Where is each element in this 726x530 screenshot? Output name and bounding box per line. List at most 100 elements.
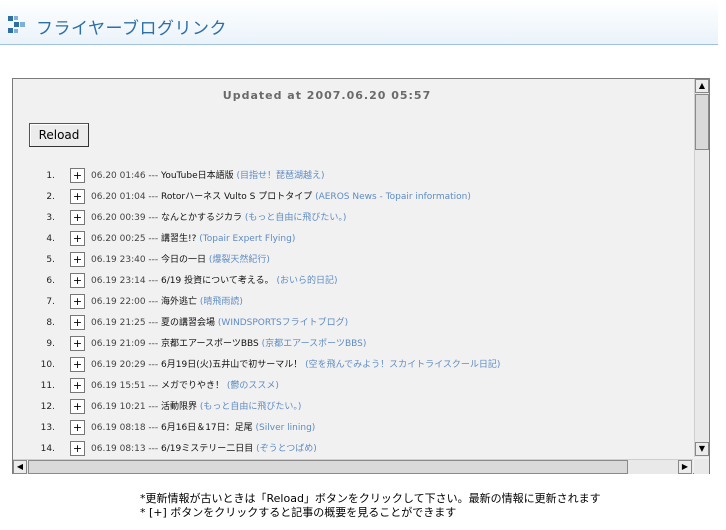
list-item: 8. +06.19 21:25 --- 夏の講習会場 (WINDSPORTSフライ… <box>13 313 693 334</box>
list-item: 4. +06.20 00:25 --- 講習生!? (Topair Expert … <box>13 229 693 250</box>
item-number: 5. <box>46 255 55 265</box>
reload-button[interactable]: Reload <box>29 123 89 147</box>
item-title-link[interactable]: 6月16日＆17日：足尾 <box>161 423 253 433</box>
list-item: 12. +06.19 10:21 --- 活動限界 (もっと自由に飛びたい。) <box>13 397 693 418</box>
expand-summary-button[interactable]: + <box>70 273 85 288</box>
scroll-right-arrow-icon[interactable]: ▶ <box>678 460 692 474</box>
list-item: 1. +06.20 01:46 --- YouTube日本語版 (目指せ！琵琶湖越… <box>13 166 693 187</box>
expand-summary-button[interactable]: + <box>70 420 85 435</box>
item-title-link[interactable]: 海外逃亡 <box>161 297 197 307</box>
list-item: 5. +06.19 23:40 --- 今日の一日 (爆裂天然紀行) <box>13 250 693 271</box>
expand-summary-button[interactable]: + <box>70 357 85 372</box>
blog-link-frame[interactable]: Updated at 2007.06.20 05:57 Reload 1. +06… <box>12 78 710 474</box>
scroll-down-arrow-icon[interactable]: ▼ <box>695 442 709 456</box>
item-line: 06.19 23:40 --- 今日の一日 (爆裂天然紀行) <box>91 250 270 271</box>
item-title-link[interactable]: 今日の一日 <box>161 255 206 265</box>
item-number: 7. <box>46 297 55 307</box>
item-line: 06.19 08:18 --- 6月16日＆17日：足尾 (Silver lin… <box>91 418 315 439</box>
help-notes: *更新情報が古いときは「Reload」ボタンをクリックして下さい。最新の情報に更… <box>140 492 601 520</box>
item-source-link[interactable]: (空を飛んでみよう！スカイトライスクール日記) <box>302 360 500 370</box>
item-number: 11. <box>40 381 55 391</box>
item-source-link[interactable]: (おいら的日記) <box>274 276 337 286</box>
item-timestamp: 06.19 10:21 --- <box>91 402 162 412</box>
scroll-up-arrow-icon[interactable]: ▲ <box>695 79 709 93</box>
expand-summary-button[interactable]: + <box>70 210 85 225</box>
item-number: 6. <box>46 276 55 286</box>
item-source-link[interactable]: (京都エアースポーツBBS) <box>259 339 367 349</box>
item-number: 14. <box>40 444 55 454</box>
item-timestamp: 06.19 15:51 --- <box>91 381 162 391</box>
item-title-link[interactable]: 活動限界 <box>161 402 197 412</box>
list-item: 9. +06.19 21:09 --- 京都エアースポーツBBS (京都エアースポ… <box>13 334 693 355</box>
item-source-link[interactable]: (目指せ！琵琶湖越え) <box>234 171 325 181</box>
blue-chevron-icon <box>8 16 25 33</box>
note-reload: *更新情報が古いときは「Reload」ボタンをクリックして下さい。最新の情報に更… <box>140 492 601 505</box>
item-number: 3. <box>46 213 55 223</box>
item-number: 9. <box>46 339 55 349</box>
expand-summary-button[interactable]: + <box>70 189 85 204</box>
item-line: 06.20 00:25 --- 講習生!? (Topair Expert Fly… <box>91 229 295 250</box>
horizontal-scrollbar[interactable]: ◀ ▶ <box>13 459 693 474</box>
expand-summary-button[interactable]: + <box>70 336 85 351</box>
list-item: 3. +06.20 00:39 --- なんとかするジカラ (もっと自由に飛びたい… <box>13 208 693 229</box>
vertical-scrollbar[interactable]: ▲ ▼ <box>694 79 709 457</box>
page-title: フライヤーブログリンク <box>36 19 227 39</box>
item-line: 06.20 00:39 --- なんとかするジカラ (もっと自由に飛びたい。) <box>91 208 346 229</box>
item-title-link[interactable]: メガでりやき！ <box>161 381 224 391</box>
expand-summary-button[interactable]: + <box>70 399 85 414</box>
list-item: 13. +06.19 08:18 --- 6月16日＆17日：足尾 (Silver… <box>13 418 693 439</box>
item-line: 06.19 10:21 --- 活動限界 (もっと自由に飛びたい。) <box>91 397 301 418</box>
item-number: 4. <box>46 234 55 244</box>
item-number: 13. <box>40 423 55 433</box>
item-source-link[interactable]: (AEROS News - Topair information) <box>312 192 471 202</box>
item-title-link[interactable]: 6/19ミステリー二日目 <box>161 444 253 454</box>
item-title-link[interactable]: YouTube日本語版 <box>161 171 234 181</box>
item-number: 2. <box>46 192 55 202</box>
item-line: 06.19 21:09 --- 京都エアースポーツBBS (京都エアースポーツB… <box>91 334 366 355</box>
expand-summary-button[interactable]: + <box>70 441 85 456</box>
updated-timestamp: Updated at 2007.06.20 05:57 <box>222 89 432 102</box>
item-source-link[interactable]: (鬱のススメ) <box>224 381 279 391</box>
item-source-link[interactable]: (晴飛雨読) <box>197 297 243 307</box>
horizontal-scroll-thumb[interactable] <box>28 460 628 474</box>
scroll-left-arrow-icon[interactable]: ◀ <box>13 460 27 474</box>
item-timestamp: 06.20 01:46 --- <box>91 171 162 181</box>
list-item: 7. +06.19 22:00 --- 海外逃亡 (晴飛雨読) <box>13 292 693 313</box>
item-title-link[interactable]: 京都エアースポーツBBS <box>161 339 259 349</box>
expand-summary-button[interactable]: + <box>70 168 85 183</box>
item-timestamp: 06.19 20:29 --- <box>91 360 162 370</box>
vertical-scroll-thumb[interactable] <box>695 94 709 150</box>
expand-summary-button[interactable]: + <box>70 252 85 267</box>
expand-summary-button[interactable]: + <box>70 231 85 246</box>
scrollbar-corner <box>694 459 709 474</box>
expand-summary-button[interactable]: + <box>70 294 85 309</box>
note-plus-button: * [+] ボタンをクリックすると記事の概要を見ることができます <box>140 506 457 519</box>
item-source-link[interactable]: (ぞうとつばめ) <box>253 444 317 454</box>
item-timestamp: 06.19 23:14 --- <box>91 276 162 286</box>
list-item: 6. +06.19 23:14 --- 6/19 投資について考える。 (おいら的… <box>13 271 693 292</box>
item-title-link[interactable]: 夏の講習会場 <box>161 318 215 328</box>
item-timestamp: 06.19 08:18 --- <box>91 423 162 433</box>
item-source-link[interactable]: (Silver lining) <box>253 423 316 433</box>
item-number: 1. <box>46 171 55 181</box>
item-number: 10. <box>40 360 55 370</box>
item-source-link[interactable]: (Topair Expert Flying) <box>196 234 295 244</box>
item-source-link[interactable]: (もっと自由に飛びたい。) <box>242 213 347 223</box>
item-line: 06.20 01:46 --- YouTube日本語版 (目指せ！琵琶湖越え) <box>91 166 325 187</box>
item-title-link[interactable]: 6/19 投資について考える。 <box>161 276 274 286</box>
page-header: フライヤーブログリンク <box>0 0 718 45</box>
item-source-link[interactable]: (爆裂天然紀行) <box>206 255 270 265</box>
item-title-link[interactable]: Rotorハーネス Vulto S プロトタイプ <box>161 192 312 202</box>
item-title-link[interactable]: 6月19日(火)五井山で初サーマル！ <box>161 360 302 370</box>
item-title-link[interactable]: 講習生!? <box>161 234 196 244</box>
expand-summary-button[interactable]: + <box>70 378 85 393</box>
item-line: 06.19 20:29 --- 6月19日(火)五井山で初サーマル！ (空を飛ん… <box>91 355 500 376</box>
item-line: 06.20 01:04 --- Rotorハーネス Vulto S プロトタイプ… <box>91 187 471 208</box>
blog-entry-list: 1. +06.20 01:46 --- YouTube日本語版 (目指せ！琵琶湖越… <box>13 166 693 457</box>
expand-summary-button[interactable]: + <box>70 315 85 330</box>
item-source-link[interactable]: (もっと自由に飛びたい。) <box>197 402 302 412</box>
item-timestamp: 06.20 00:39 --- <box>91 213 162 223</box>
item-title-link[interactable]: なんとかするジカラ <box>161 213 242 223</box>
item-source-link[interactable]: (WINDSPORTSフライトブログ) <box>215 318 348 328</box>
item-number: 12. <box>40 402 55 412</box>
